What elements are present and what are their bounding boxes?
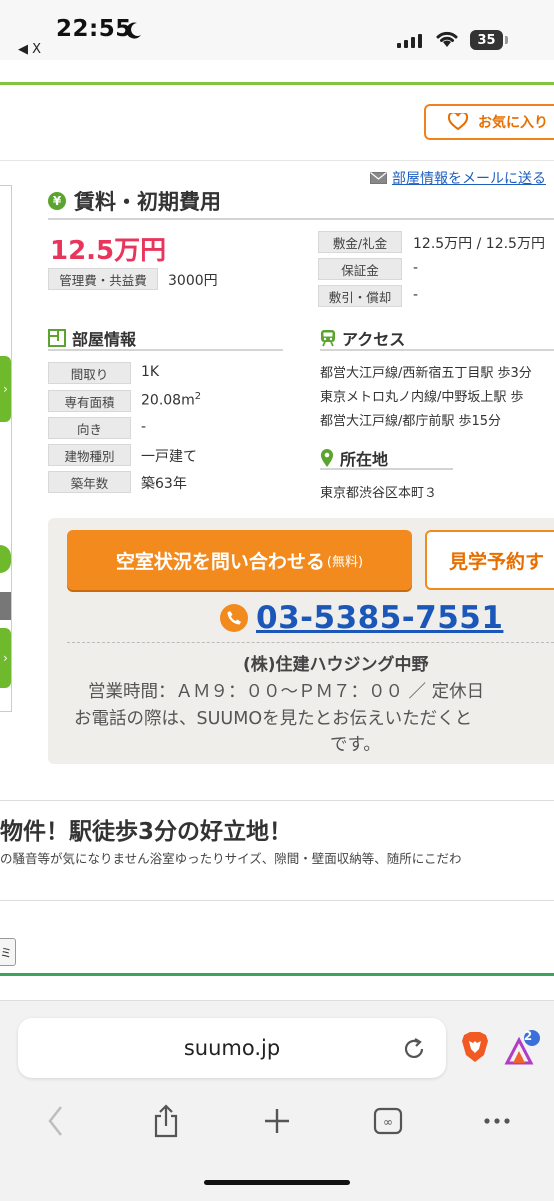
phone-note-line-1: お電話の際は、SUUMOを見たとお伝えいただくと <box>74 709 473 729</box>
location-divider <box>320 468 453 470</box>
access-divider <box>320 349 554 351</box>
section-accent-line <box>0 973 554 976</box>
rent-price: 12.5万円 <box>50 236 167 266</box>
inquiry-button[interactable]: 空室状況を問い合わせる (無料) <box>67 530 412 590</box>
heart-icon <box>448 113 468 131</box>
layout-value: 1K <box>141 364 160 380</box>
mail-icon <box>370 172 387 184</box>
deposit-key-money-label: 敷金/礼金 <box>318 231 402 253</box>
inquiry-button-label: 空室状況を問い合わせる <box>115 550 325 573</box>
access-line-3: 都営大江戸線/都庁前駅 歩15分 <box>320 414 502 429</box>
tabs-icon[interactable]: ∞ <box>372 1104 404 1138</box>
share-icon[interactable] <box>152 1104 180 1138</box>
room-info-divider <box>48 349 283 351</box>
more-menu-icon[interactable] <box>482 1104 512 1138</box>
train-icon <box>321 330 335 347</box>
svg-text:∞: ∞ <box>383 1115 393 1129</box>
access-heading: アクセス <box>320 326 405 350</box>
battery-icon: 35 <box>470 30 503 50</box>
photo-caption-edge <box>0 592 11 620</box>
rewards-badge-count: 2 <box>523 1029 533 1043</box>
room-info-heading: 部屋情報 <box>48 326 136 350</box>
building-age-label: 築年数 <box>48 471 131 493</box>
access-line-2: 東京メトロ丸ノ内線/中野坂上駅 歩 <box>320 390 524 405</box>
back-arrow-icon[interactable] <box>46 1104 66 1138</box>
clock: 22:55 <box>56 16 132 42</box>
management-fee-label: 管理費・共益費 <box>48 268 158 290</box>
phone-number-link[interactable]: 03-5385-7551 <box>256 600 503 636</box>
security-deposit-label: 保証金 <box>318 258 402 280</box>
deduction-label: 敷引・償却 <box>318 285 402 307</box>
battery-tip <box>505 36 508 44</box>
building-type-value: 一戸建て <box>141 449 197 465</box>
back-to-app-link[interactable]: ◀ X <box>18 42 41 57</box>
yen-icon: ¥ <box>48 192 66 210</box>
rent-heading-text: 賃料・初期費用 <box>74 190 221 214</box>
access-line-1: 都営大江戸線/西新宿五丁目駅 歩3分 <box>320 366 532 381</box>
area-unit-superscript: 2 <box>194 391 202 402</box>
url-text: suumo.jp <box>183 1036 281 1060</box>
building-age-value: 築63年 <box>141 476 187 492</box>
access-heading-text: アクセス <box>342 330 406 349</box>
business-hours: 営業時間：ＡＭ９：００〜ＰＭ７：００ ／ 定休日 <box>88 682 485 702</box>
floorplan-icon <box>48 329 66 347</box>
reload-icon[interactable] <box>401 1036 427 1062</box>
deduction-value: - <box>413 287 419 303</box>
favorite-button[interactable]: お気に入り <box>424 104 554 140</box>
mail-link-text: 部屋情報をメールに送る <box>392 171 546 187</box>
rent-section-heading: ¥ 賃料・初期費用 <box>48 186 221 216</box>
new-tab-plus-icon[interactable] <box>262 1104 292 1138</box>
deposit-key-money-value: 12.5万円 / 12.5万円 <box>413 236 545 252</box>
brave-shield-icon[interactable] <box>460 1030 490 1064</box>
management-fee-value: 3000円 <box>168 273 218 289</box>
layout-label: 間取り <box>48 362 131 384</box>
section-divider <box>0 800 554 801</box>
catch-copy-body: の騒音等が気になりません浴室ゆったりサイズ、隙間・壁面収納等、随所にこだわ <box>0 851 462 866</box>
phone-row: 03-5385-7551 <box>220 600 503 636</box>
building-type-label: 建物種別 <box>48 444 131 466</box>
security-deposit-value: - <box>413 260 419 276</box>
visit-reservation-button[interactable]: 見学予約す <box>425 530 554 590</box>
phone-note-line-2: です。 <box>330 735 381 755</box>
room-info-heading-text: 部屋情報 <box>72 330 137 349</box>
contact-divider <box>67 642 554 643</box>
address-bar[interactable]: suumo.jp <box>18 1018 446 1078</box>
inquiry-free-note: (無料) <box>326 554 364 570</box>
direction-label: 向き <box>48 417 131 439</box>
address: 東京都渋谷区本町３ <box>320 486 438 501</box>
map-pin-icon <box>321 449 333 467</box>
rent-heading-divider <box>48 218 554 220</box>
favorite-label: お気に入り <box>478 115 548 131</box>
next-panel-button[interactable]: › <box>0 628 11 688</box>
next-photo-button[interactable]: › <box>0 356 11 422</box>
area-value: 20.08m2 <box>141 391 201 409</box>
moon-icon <box>126 22 141 39</box>
section-divider-2 <box>0 900 554 901</box>
wifi-icon <box>436 31 458 47</box>
home-indicator <box>204 1180 350 1185</box>
phone-icon <box>220 604 248 632</box>
company-name: (株)住建ハウジング中野 <box>243 655 429 675</box>
more-button[interactable]: ミ <box>0 938 16 966</box>
mail-room-info-link[interactable]: 部屋情報をメールに送る <box>370 168 546 188</box>
area-number: 20.08m <box>141 392 195 409</box>
location-heading: 所在地 <box>320 446 388 470</box>
location-heading-text: 所在地 <box>340 450 389 469</box>
area-label: 専有面積 <box>48 390 131 412</box>
catch-copy-heading: 物件！駅徒歩3分の好立地！ <box>0 819 293 845</box>
cellular-signal-icon <box>397 34 422 48</box>
direction-value: - <box>141 419 147 435</box>
